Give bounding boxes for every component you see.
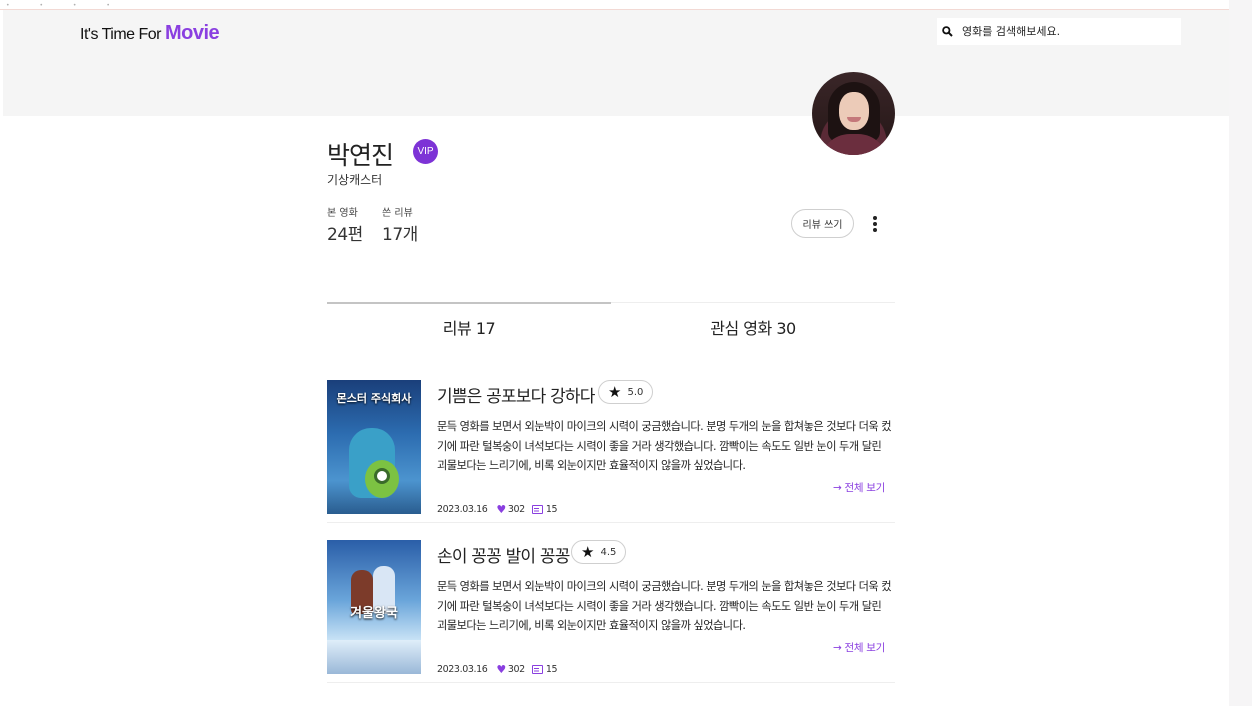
rating-value: 4.5 [600, 546, 617, 558]
comment-icon[interactable] [531, 665, 543, 674]
comment-count: 15 [545, 664, 558, 675]
view-full-link[interactable]: → 전체 보기 [833, 480, 885, 495]
poster-title: 겨울왕국 [350, 606, 398, 621]
review-meta: 2023.03.16 ♥ 302 15 [437, 503, 558, 516]
search-input[interactable] [962, 25, 1162, 38]
movie-poster[interactable]: 몬스터 주식회사 [327, 380, 421, 514]
stat-value-reviews: 17개 [382, 225, 418, 245]
comment-count: 15 [545, 504, 558, 515]
profile-tabs: 리뷰 17 관심 영화 30 [327, 302, 895, 348]
logo[interactable]: It's Time For Movie [80, 22, 220, 45]
tab-favorite-movies[interactable]: 관심 영화 30 [611, 302, 895, 348]
rating-value: 5.0 [627, 386, 644, 398]
view-full-link[interactable]: → 전체 보기 [833, 640, 885, 655]
write-review-button[interactable]: 리뷰 쓰기 [791, 209, 854, 238]
heart-icon[interactable]: ♥ [496, 503, 506, 516]
search-icon[interactable] [942, 26, 953, 37]
stat-label-watched: 본 영화 [327, 208, 358, 219]
more-options-icon[interactable] [869, 215, 881, 233]
review-card[interactable]: 몬스터 주식회사 기쁨은 공포보다 강하다 ★ 5.0 문득 영화를 보면서 외… [327, 380, 895, 523]
review-date: 2023.03.16 [437, 664, 488, 675]
rating-badge: ★ 4.5 [571, 540, 627, 564]
review-title[interactable]: 기쁨은 공포보다 강하다 [437, 382, 595, 407]
like-count: 302 [507, 504, 525, 515]
profile-avatar[interactable] [812, 72, 895, 155]
star-icon: ★ [608, 382, 622, 401]
window-dots: • • • • [6, 2, 124, 9]
poster-title: 몬스터 주식회사 [336, 392, 412, 405]
profile-job: 기상캐스터 [327, 173, 383, 187]
logo-accent: Movie [164, 22, 220, 44]
logo-prefix: It's Time For [80, 26, 165, 43]
review-date: 2023.03.16 [437, 504, 488, 515]
heart-icon[interactable]: ♥ [496, 663, 506, 676]
stat-label-reviews: 쓴 리뷰 [382, 208, 413, 219]
scrollbar-track[interactable] [1229, 0, 1252, 706]
search-box[interactable] [937, 18, 1181, 45]
like-count: 302 [507, 664, 525, 675]
vip-badge: VIP [413, 139, 438, 164]
review-title[interactable]: 손이 꽁꽁 발이 꽁꽁 [437, 542, 570, 567]
review-card[interactable]: 겨울왕국 손이 꽁꽁 발이 꽁꽁 ★ 4.5 문득 영화를 보면서 외눈박이 마… [327, 540, 895, 683]
star-icon: ★ [581, 542, 595, 561]
tab-reviews[interactable]: 리뷰 17 [327, 302, 611, 348]
review-meta: 2023.03.16 ♥ 302 15 [437, 663, 558, 676]
rating-badge: ★ 5.0 [598, 380, 654, 404]
movie-poster[interactable]: 겨울왕국 [327, 540, 421, 674]
header: It's Time For Movie [3, 10, 1229, 116]
review-body: 문득 영화를 보면서 외눈박이 마이크의 시력이 궁금했습니다. 분명 두개의 … [437, 580, 892, 632]
profile-name: 박연진 [327, 141, 394, 170]
review-body: 문득 영화를 보면서 외눈박이 마이크의 시력이 궁금했습니다. 분명 두개의 … [437, 420, 892, 472]
comment-icon[interactable] [531, 505, 543, 514]
stat-value-watched: 24편 [327, 225, 363, 245]
